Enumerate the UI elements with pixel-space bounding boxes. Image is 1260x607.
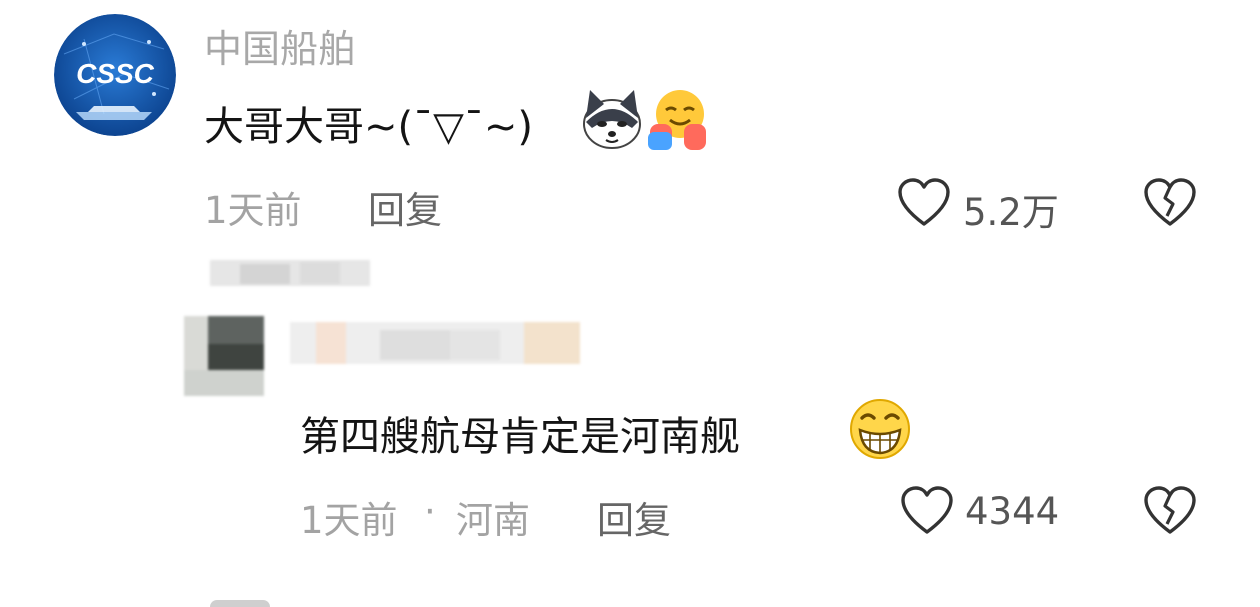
reply-reply-button[interactable]: 回复: [597, 490, 671, 544]
dislike-broken-heart-icon[interactable]: [1143, 486, 1197, 536]
reply-like-count: 4344: [965, 490, 1060, 533]
comment-reply-button[interactable]: 回复: [368, 180, 442, 234]
comment-username[interactable]: 中国船舶: [204, 18, 356, 73]
comment-like-count: 5.2万: [963, 191, 1059, 234]
hug-emoji-icon: [646, 86, 710, 152]
avatar[interactable]: CSSC: [54, 14, 176, 136]
reply-time: 1天前: [300, 499, 398, 542]
avatar-logo-text: CSSC: [76, 58, 155, 89]
reply-text: 第四艘航母肯定是河南舰: [300, 414, 740, 460]
dislike-broken-heart-icon[interactable]: [1143, 178, 1197, 228]
reply-location: 河南: [456, 499, 530, 542]
next-comment-avatar[interactable]: [210, 600, 270, 607]
comment-time: 1天前: [204, 189, 302, 232]
meta-separator: ·: [424, 490, 436, 533]
grin-emoji-icon: [848, 398, 912, 460]
dog-emoji-icon: [580, 88, 644, 150]
like-heart-icon[interactable]: [897, 178, 951, 228]
redacted-reply-header: [180, 250, 600, 398]
like-heart-icon[interactable]: [900, 486, 954, 536]
comment-text: 大哥大哥~(ˉ▽ˉ~): [204, 104, 534, 150]
